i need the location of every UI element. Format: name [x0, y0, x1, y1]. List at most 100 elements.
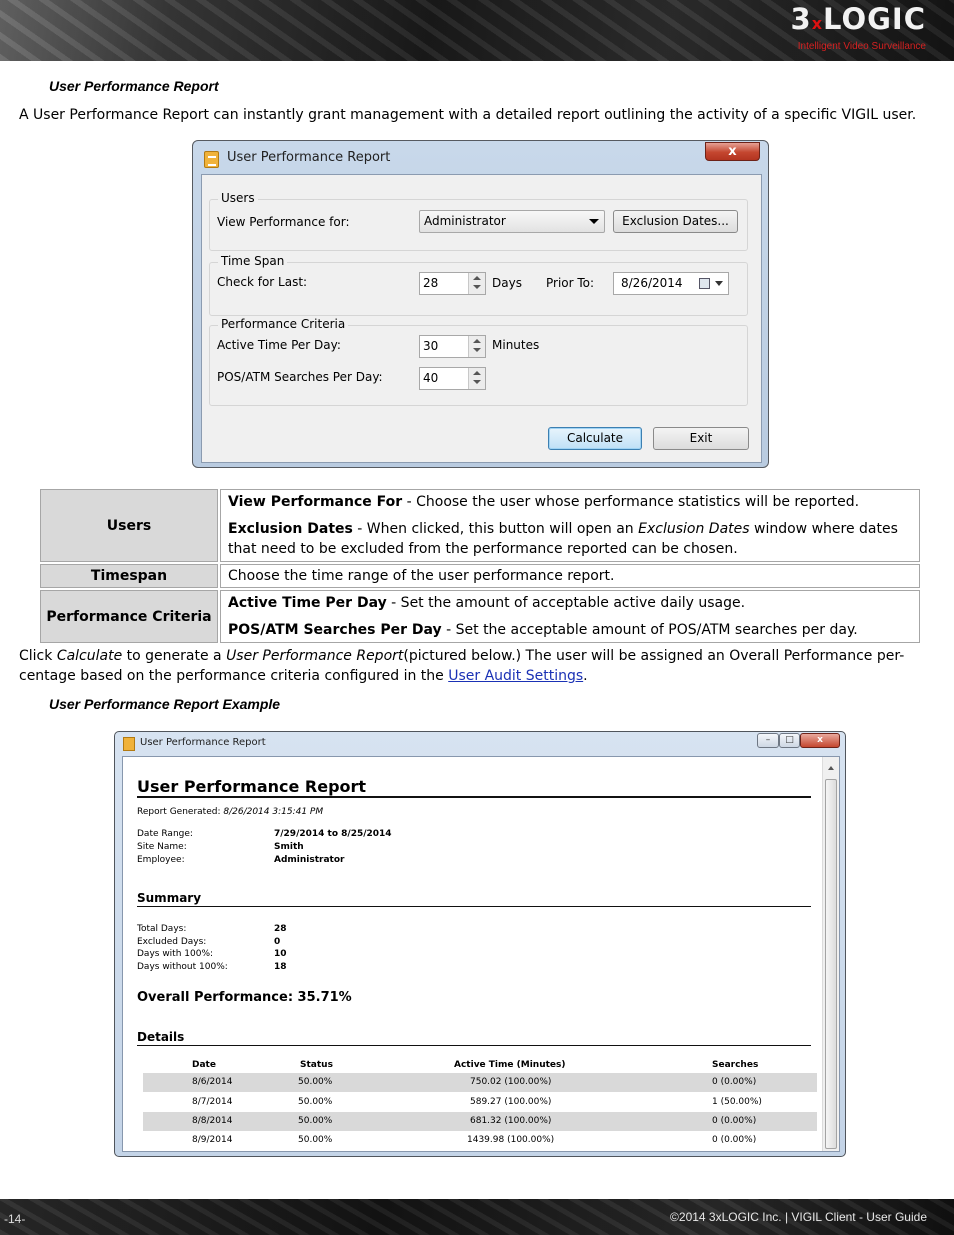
cell-date: 8/9/2014: [192, 1135, 233, 1145]
company-logo: 3xLOGIC Intelligent Video Surveillance: [791, 2, 927, 53]
days-without-100-label: Days without 100%:: [137, 961, 228, 972]
logo-tagline: Intelligent Video Surveillance: [797, 41, 926, 52]
text: (pictured below.) The user will be assig…: [403, 648, 905, 664]
check-last-label: Check for Last:: [217, 275, 308, 289]
view-performance-term: View Performance For: [228, 494, 403, 510]
days-without-100-value: 18: [274, 961, 287, 972]
generated-value: 8/26/2014 3:15:41 PM: [223, 807, 324, 817]
report-title: User Performance Report: [137, 777, 367, 796]
section-heading-user-performance-report: User Performance Report: [49, 78, 219, 94]
logo-x: x: [811, 14, 824, 33]
minimize-button[interactable]: –: [757, 733, 779, 748]
timespan-group-label: Time Span: [218, 254, 288, 268]
date-range-value: 7/29/2014 to 8/25/2014: [274, 829, 392, 839]
searches-stepper[interactable]: 40: [419, 367, 486, 390]
criteria-description-cell: Active Time Per Day - Set the amount of …: [220, 590, 920, 643]
users-description-cell: View Performance For - Choose the user w…: [220, 489, 920, 562]
dialog-title: User Performance Report: [227, 150, 391, 165]
users-group-label: Users: [218, 191, 258, 205]
report-term: User Performance Report: [226, 648, 404, 664]
calculate-button[interactable]: Calculate: [548, 427, 642, 450]
calculate-paragraph: Click Calculate to generate a User Perfo…: [19, 646, 919, 686]
meta-values: 7/29/2014 to 8/25/2014 Smith Administrat…: [274, 828, 392, 867]
cell-date: 8/8/2014: [192, 1116, 233, 1126]
section-heading-report-example: User Performance Report Example: [49, 696, 281, 712]
generated-label: Report Generated:: [137, 807, 221, 817]
cell-searches: 0 (0.00%): [712, 1135, 757, 1145]
scroll-up-icon[interactable]: [828, 766, 834, 770]
calendar-icon[interactable]: [699, 278, 710, 289]
cell-active-time: 589.27 (100.00%): [470, 1097, 552, 1107]
user-audit-settings-link[interactable]: User Audit Settings: [448, 668, 583, 684]
report-content: User Performance Report Report Generated…: [122, 756, 840, 1152]
vertical-scrollbar[interactable]: [822, 757, 839, 1151]
meta-labels: Date Range: Site Name: Employee:: [137, 828, 193, 867]
searches-value: 40: [423, 371, 439, 385]
spin-arrows-icon[interactable]: [468, 273, 485, 294]
report-window-title: User Performance Report: [140, 737, 266, 748]
minutes-unit-label: Minutes: [492, 338, 540, 352]
page-header: 3xLOGIC Intelligent Video Surveillance: [0, 0, 954, 61]
user-performance-dialog: User Performance Report x Users View Per…: [192, 140, 769, 468]
scrollbar-thumb[interactable]: [825, 779, 837, 1149]
cell-status: 50.00%: [298, 1077, 333, 1087]
view-performance-text: - Choose the user whose performance stat…: [402, 494, 860, 510]
text: centage based on the performance criteri…: [19, 668, 449, 684]
site-name-value: Smith: [274, 842, 304, 852]
days-stepper[interactable]: 28: [419, 272, 486, 295]
site-name-label: Site Name:: [137, 842, 187, 852]
days-with-100-label: Days with 100%:: [137, 949, 214, 959]
active-time-term: Active Time Per Day: [228, 595, 387, 611]
date-range-label: Date Range:: [137, 829, 193, 839]
report-icon: [204, 151, 219, 168]
close-button[interactable]: x: [800, 733, 840, 748]
column-header-active-time: Active Time (Minutes): [454, 1060, 566, 1070]
calculate-term: Calculate: [56, 648, 123, 664]
table-row: 8/7/2014 50.00% 589.27 (100.00%) 1 (50.0…: [143, 1093, 817, 1112]
active-time-stepper[interactable]: 30: [419, 335, 486, 358]
details-heading: Details: [137, 1030, 185, 1044]
spin-arrows-icon[interactable]: [468, 336, 485, 357]
column-header-searches: Searches: [712, 1060, 759, 1070]
column-header-date: Date: [192, 1060, 216, 1070]
table-row: Users View Performance For - Choose the …: [40, 489, 920, 562]
dialog-body: Users View Performance for: Administrato…: [201, 174, 762, 463]
employee-label: Employee:: [137, 855, 185, 865]
table-row: Timespan Choose the time range of the us…: [40, 564, 920, 588]
field-description-table: Users View Performance For - Choose the …: [38, 487, 922, 645]
logo-prefix: 3: [790, 2, 812, 36]
column-header-status: Status: [300, 1060, 333, 1070]
exclusion-dates-button[interactable]: Exclusion Dates...: [613, 210, 738, 233]
title-rule: [137, 796, 811, 798]
table-row: 8/8/2014 50.00% 681.32 (100.00%) 0 (0.00…: [143, 1112, 817, 1131]
intro-paragraph: A User Performance Report can instantly …: [19, 107, 917, 123]
report-icon: [123, 737, 135, 751]
total-days-label: Total Days:: [137, 924, 187, 934]
employee-value: Administrator: [274, 855, 345, 865]
logo-suffix: LOGIC: [823, 2, 926, 36]
excluded-days-label: Excluded Days:: [137, 936, 207, 947]
total-days-value: 28: [274, 924, 287, 934]
footer-copyright: ©2014 3xLOGIC Inc. | VIGIL Client - User…: [670, 1210, 927, 1224]
prior-to-date-picker[interactable]: 8/26/2014: [613, 272, 729, 295]
summary-labels: Total Days: Excluded Days: Days with 100…: [137, 923, 228, 973]
timespan-description-cell: Choose the time range of the user perfor…: [220, 564, 920, 588]
page-number: -14-: [4, 1212, 26, 1226]
cell-searches: 0 (0.00%): [712, 1116, 757, 1126]
criteria-header-cell: Performance Criteria: [40, 590, 218, 643]
user-select-value: Administrator: [424, 214, 506, 228]
close-button[interactable]: x: [705, 142, 760, 161]
maximize-button[interactable]: □: [779, 733, 800, 748]
cell-searches: 0 (0.00%): [712, 1077, 757, 1087]
summary-heading: Summary: [137, 891, 202, 905]
text: Click: [19, 648, 57, 664]
spin-arrows-icon[interactable]: [468, 368, 485, 389]
cell-date: 8/7/2014: [192, 1097, 233, 1107]
searches-label: POS/ATM Searches Per Day:: [217, 370, 383, 384]
active-time-value: 30: [423, 339, 439, 353]
prior-to-date-value: 8/26/2014: [621, 276, 683, 290]
chevron-down-icon[interactable]: [715, 281, 723, 286]
user-select[interactable]: Administrator: [419, 210, 605, 233]
exit-button[interactable]: Exit: [653, 427, 749, 450]
cell-date: 8/6/2014: [192, 1077, 233, 1087]
